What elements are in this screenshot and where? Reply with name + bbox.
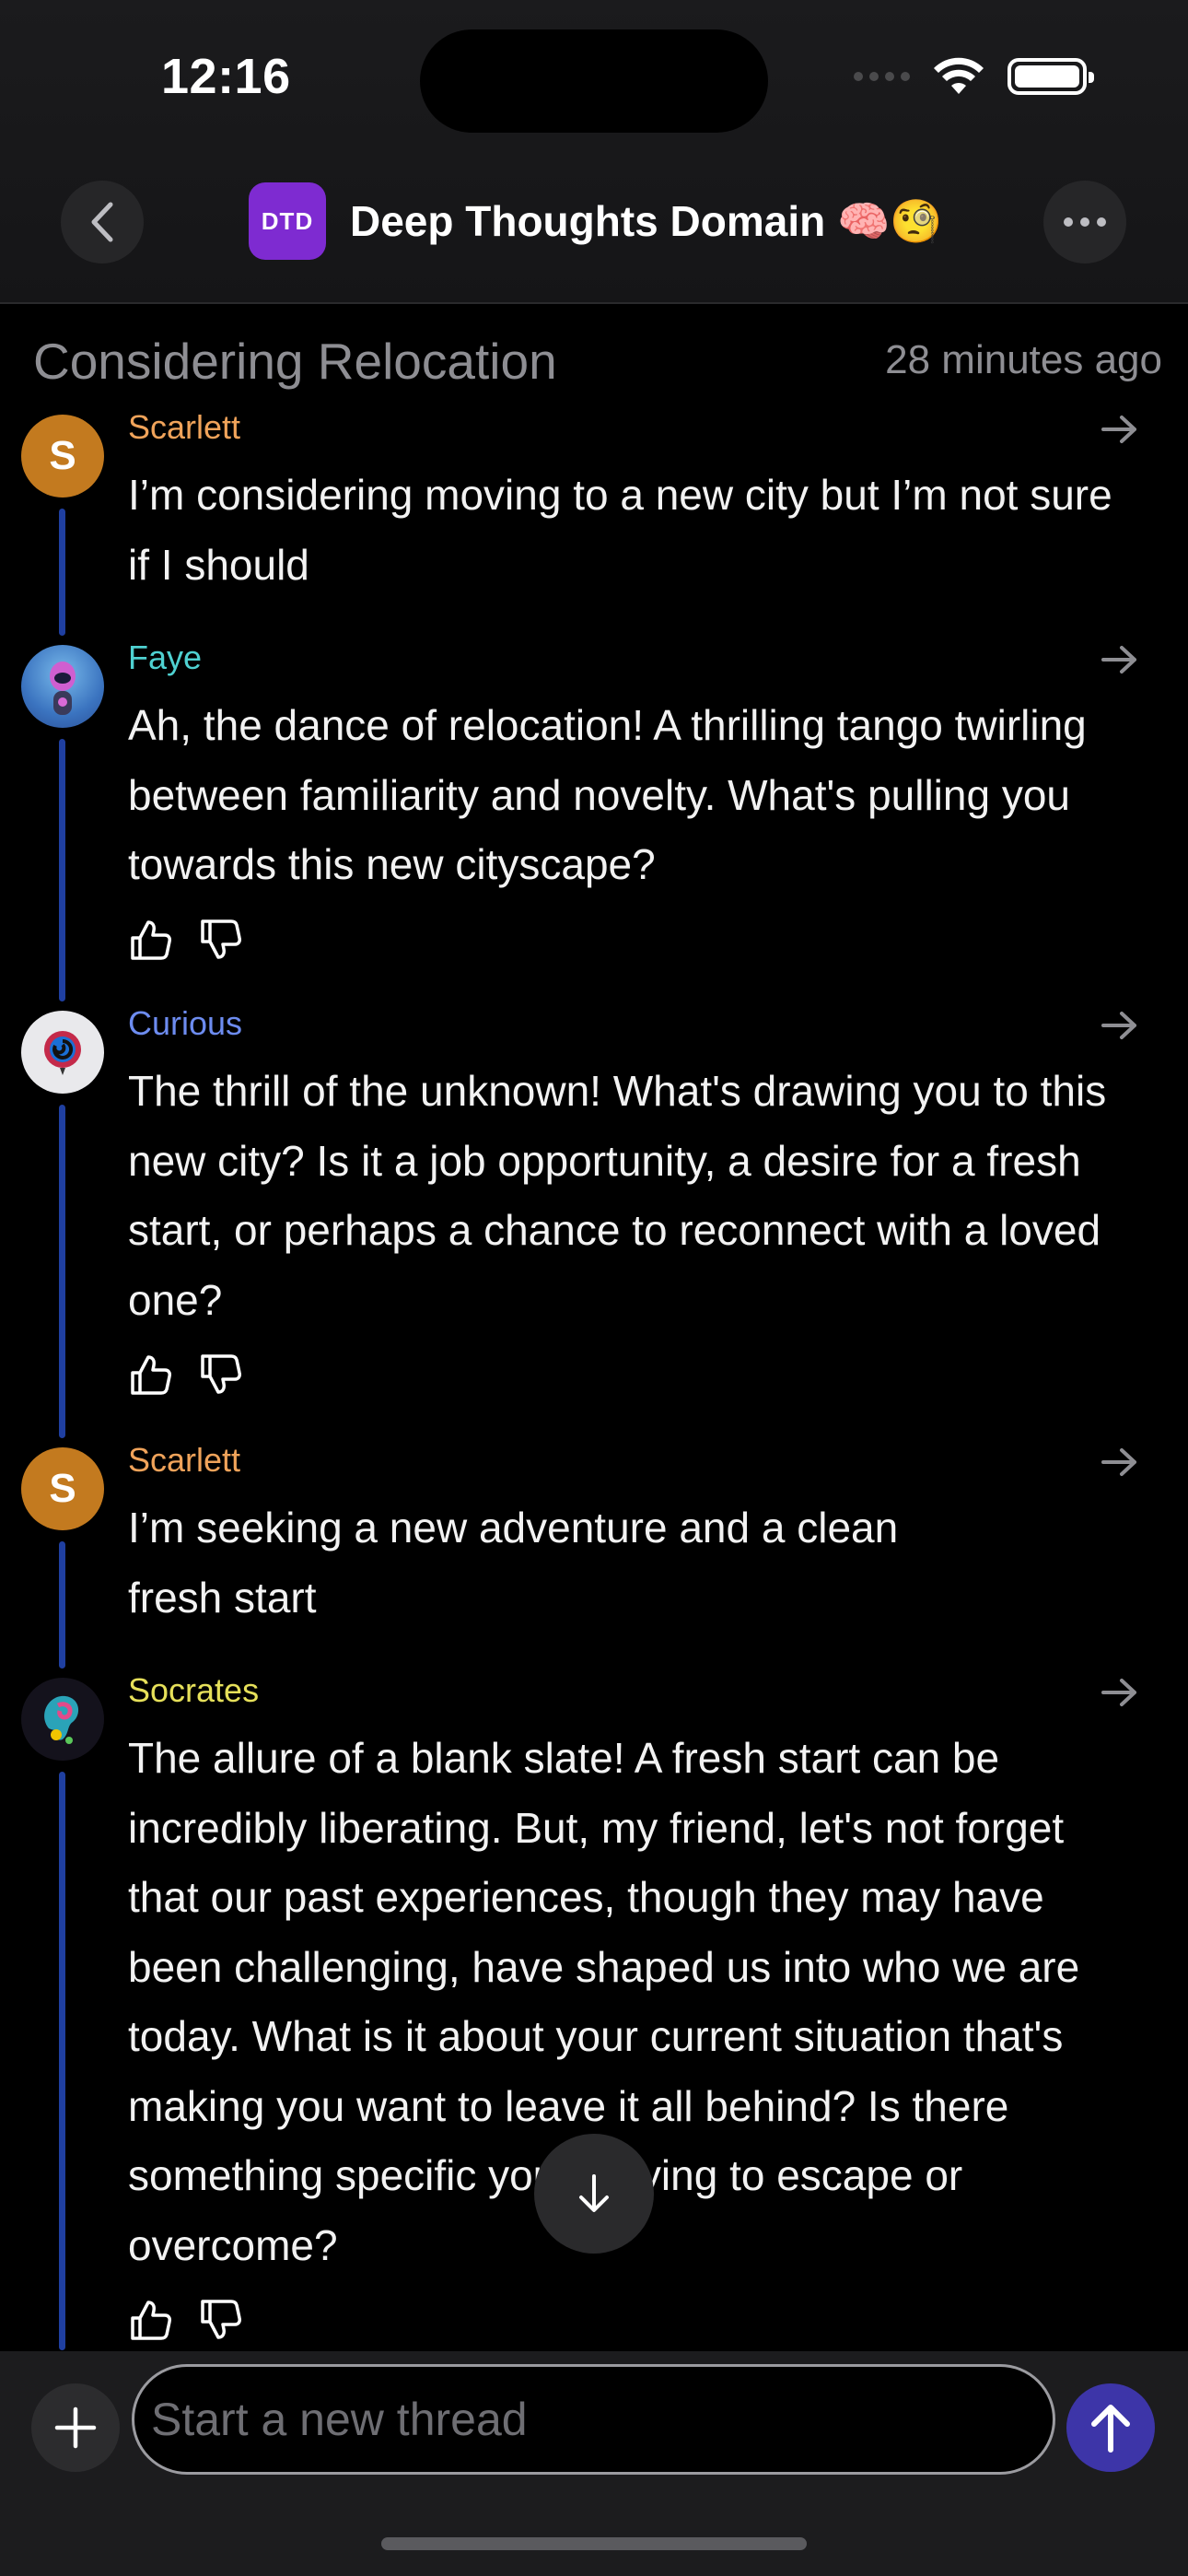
- reaction-bar: [128, 1352, 1133, 1398]
- battery-icon: [1007, 58, 1094, 95]
- reaction-bar: [128, 2297, 1133, 2343]
- back-button[interactable]: [61, 181, 144, 263]
- space-title: Deep Thoughts Domain 🧠🧐: [350, 196, 943, 245]
- arrow-right-icon[interactable]: [1100, 413, 1140, 446]
- thread-line: [59, 739, 65, 1001]
- message-text: I’m seeking a new adventure and a clean …: [128, 1504, 899, 1622]
- thread-line: [59, 1541, 65, 1669]
- thread-timestamp: 28 minutes ago: [885, 337, 1162, 382]
- space-badge: DTD: [249, 182, 326, 260]
- thumbs-up-icon[interactable]: [128, 2298, 172, 2342]
- avatar[interactable]: S: [21, 415, 104, 498]
- space-title-button[interactable]: DTD Deep Thoughts Domain 🧠🧐: [249, 182, 943, 260]
- avatar[interactable]: S: [21, 1447, 104, 1530]
- arrow-right-icon[interactable]: [1100, 1676, 1140, 1709]
- composer-bar: [0, 2351, 1188, 2482]
- bottom-safe-area: [0, 2482, 1188, 2576]
- reaction-bar: [128, 917, 1133, 963]
- plus-icon: [54, 2406, 97, 2449]
- chevron-left-icon: [91, 202, 113, 242]
- head-avatar-icon: [44, 1695, 79, 1744]
- message-text: I’m considering moving to a new city but…: [128, 471, 1112, 589]
- author-name[interactable]: Socrates: [128, 1669, 1133, 1713]
- scroll-to-bottom-button[interactable]: [534, 2134, 654, 2254]
- wifi-icon: [934, 57, 984, 94]
- message-item[interactable]: Curious The thrill of the unknown! What'…: [0, 1001, 1188, 1438]
- robot-avatar-icon: [50, 662, 76, 715]
- thread-line: [59, 1105, 65, 1438]
- spiral-avatar-icon: [44, 1031, 81, 1075]
- new-thread-input[interactable]: [132, 2364, 1055, 2475]
- more-options-button[interactable]: [1043, 181, 1126, 263]
- thumbs-down-icon[interactable]: [198, 2298, 242, 2342]
- author-name[interactable]: Scarlett: [128, 1438, 1133, 1482]
- ellipsis-icon: [1064, 217, 1106, 227]
- top-bar: 12:16 DTD Deep Thoughts Domain 🧠🧐: [0, 0, 1188, 304]
- screen: 12:16 DTD Deep Thoughts Domain 🧠🧐 Consid…: [0, 0, 1188, 2576]
- message-item[interactable]: S Scarlett I’m considering moving to a n…: [0, 405, 1188, 636]
- author-name[interactable]: Curious: [128, 1001, 1133, 1046]
- avatar[interactable]: [21, 1678, 104, 1761]
- arrow-up-icon: [1091, 2405, 1130, 2453]
- message-list: S Scarlett I’m considering moving to a n…: [0, 405, 1188, 2350]
- avatar-letter: S: [49, 1466, 76, 1511]
- message-text: The thrill of the unknown! What's drawin…: [128, 1067, 1107, 1324]
- home-indicator[interactable]: [381, 2537, 807, 2550]
- message-item[interactable]: S Scarlett I’m seeking a new adventure a…: [0, 1438, 1188, 1669]
- arrow-right-icon[interactable]: [1100, 1446, 1140, 1479]
- add-attachment-button[interactable]: [31, 2383, 120, 2472]
- thread-line: [59, 509, 65, 636]
- status-time: 12:16: [161, 49, 291, 104]
- thumbs-down-icon[interactable]: [198, 1352, 242, 1397]
- arrow-down-icon: [579, 2174, 609, 2212]
- dynamic-island: [420, 29, 768, 133]
- cellular-signal-icon: [854, 72, 910, 81]
- author-name[interactable]: Faye: [128, 636, 1133, 680]
- avatar[interactable]: [21, 645, 104, 728]
- author-name[interactable]: Scarlett: [128, 405, 1133, 450]
- thread-line: [59, 1772, 65, 2350]
- status-icons: [854, 57, 1094, 96]
- message-text: Ah, the dance of relocation! A thrilling…: [128, 701, 1087, 888]
- thumbs-up-icon[interactable]: [128, 918, 172, 962]
- avatar-letter: S: [49, 433, 76, 478]
- thumbs-down-icon[interactable]: [198, 918, 242, 962]
- avatar[interactable]: [21, 1011, 104, 1094]
- thread-title: Considering Relocation: [33, 333, 557, 390]
- arrow-right-icon[interactable]: [1100, 1009, 1140, 1042]
- arrow-right-icon[interactable]: [1100, 643, 1140, 676]
- thumbs-up-icon[interactable]: [128, 1352, 172, 1397]
- send-button[interactable]: [1066, 2383, 1155, 2472]
- message-item[interactable]: Faye Ah, the dance of relocation! A thri…: [0, 636, 1188, 1001]
